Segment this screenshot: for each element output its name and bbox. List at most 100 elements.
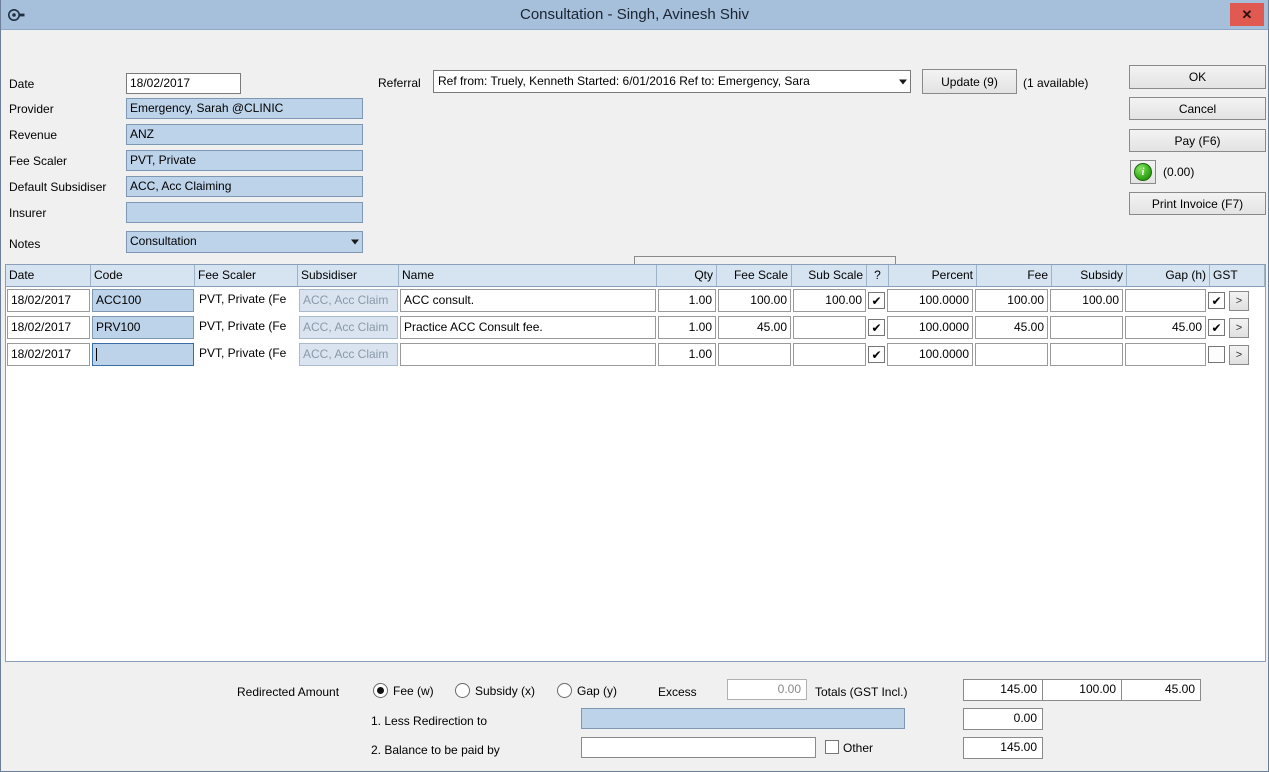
cell-fee[interactable]: 100.00 [975,289,1048,312]
total-gap: 45.00 [1121,679,1201,701]
close-button[interactable]: ✕ [1230,3,1264,26]
cell-question-checkbox[interactable]: ✔ [868,346,885,363]
cell-qty[interactable]: 1.00 [658,289,716,312]
cell-name[interactable] [400,343,656,366]
cell-gap[interactable]: 45.00 [1125,316,1206,339]
cancel-button[interactable]: Cancel [1129,97,1266,120]
cell-subsidy[interactable] [1050,316,1123,339]
grid-col-code[interactable]: Code [91,265,195,286]
table-row[interactable]: 18/02/2017 ACC100 PVT, Private (Fe ACC, Acc… [6,287,1265,314]
cell-subsidy[interactable]: 100.00 [1050,289,1123,312]
footer-panel: Redirected Amount Fee (w) Subsidy (x) Ga… [1,666,1268,771]
title-bar[interactable]: Consultation - Singh, Avinesh Shiv ✕ [1,0,1268,30]
excess-label: Excess [658,685,697,699]
cell-code[interactable]: ACC100 [92,289,194,312]
cell-percent[interactable]: 100.0000 [887,316,973,339]
grid-col-fee[interactable]: Fee [977,265,1052,286]
grid-col-gap[interactable]: Gap (h) [1127,265,1210,286]
grid-col-date[interactable]: Date [6,265,91,286]
cell-fee[interactable]: 45.00 [975,316,1048,339]
grid-col-sub_scale[interactable]: Sub Scale [792,265,867,286]
grid-col-subsidy[interactable]: Subsidy [1052,265,1127,286]
cell-code[interactable] [92,343,194,366]
cell-fee[interactable] [975,343,1048,366]
cell-sub-scale[interactable] [793,343,866,366]
label-provider: Provider [9,102,54,116]
row-expand-button[interactable]: > [1229,290,1249,311]
cell-fee-scale[interactable]: 45.00 [718,316,791,339]
date-field[interactable]: 18/02/2017 [126,73,241,94]
cell-question-checkbox[interactable]: ✔ [868,292,885,309]
revenue-field[interactable]: ANZ [126,124,363,145]
cell-name[interactable]: ACC consult. [400,289,656,312]
label-referral: Referral [378,76,421,90]
label-default-subsidiser: Default Subsidiser [9,180,107,194]
cell-sub-scale[interactable] [793,316,866,339]
table-row[interactable]: 18/02/2017 PRV100 PVT, Private (Fe ACC, Acc… [6,314,1265,341]
grid-col-qty[interactable]: Qty [657,265,717,286]
cell-percent[interactable]: 100.0000 [887,289,973,312]
referral-combo[interactable]: Ref from: Truely, Kenneth Started: 6/01/… [433,70,911,93]
cell-fee-scaler[interactable]: PVT, Private (Fe [196,316,297,339]
cell-gst-checkbox[interactable]: ✔ [1208,319,1225,336]
cell-gap[interactable] [1125,343,1206,366]
grid-col-fee_scaler[interactable]: Fee Scaler [195,265,298,286]
charges-grid: Date Code Fee Scaler Subsidiser Name Qty Fee S… [5,264,1266,662]
cell-subsidiser[interactable]: ACC, Acc Claim [299,343,398,366]
ok-button[interactable]: OK [1129,65,1266,89]
cell-qty[interactable]: 1.00 [658,316,716,339]
total-subsidy: 100.00 [1042,679,1122,701]
cell-date[interactable]: 18/02/2017 [7,289,90,312]
radio-fee[interactable]: Fee (w) [373,683,434,698]
cell-code[interactable]: PRV100 [92,316,194,339]
other-checkbox[interactable] [825,740,839,754]
radio-subsidy[interactable]: Subsidy (x) [455,683,535,698]
fee-scaler-field[interactable]: PVT, Private [126,150,363,171]
grid-col-q[interactable]: ? [867,265,889,286]
cell-percent[interactable]: 100.0000 [887,343,973,366]
grid-col-gst[interactable]: GST [1210,265,1265,286]
grid-col-fee_scale[interactable]: Fee Scale [717,265,792,286]
pay-button[interactable]: Pay (F6) [1129,129,1266,152]
cell-qty[interactable]: 1.00 [658,343,716,366]
grid-col-subsidiser[interactable]: Subsidiser [298,265,399,286]
header-form: Date 18/02/2017 Provider Emergency, Sara… [1,30,1268,285]
balance-paid-by-input[interactable] [581,737,816,758]
row-expand-button[interactable]: > [1229,344,1249,365]
insurer-field[interactable] [126,202,363,223]
window-title: Consultation - Singh, Avinesh Shiv [519,6,750,23]
cell-fee-scaler[interactable]: PVT, Private (Fe [196,343,297,366]
less-redirection-input[interactable] [581,708,905,729]
cell-date[interactable]: 18/02/2017 [7,343,90,366]
cell-name[interactable]: Practice ACC Consult fee. [400,316,656,339]
cell-question-checkbox[interactable]: ✔ [868,319,885,336]
provider-field[interactable]: Emergency, Sarah @CLINIC [126,98,363,119]
grid-col-percent[interactable]: Percent [889,265,977,286]
cell-fee-scale[interactable]: 100.00 [718,289,791,312]
cell-gst-checkbox[interactable]: ✔ [1208,292,1225,309]
cell-subsidiser[interactable]: ACC, Acc Claim [299,289,398,312]
notes-combo[interactable]: Consultation [126,231,363,253]
chevron-down-icon [351,239,359,245]
cell-subsidiser[interactable]: ACC, Acc Claim [299,316,398,339]
radio-gap-icon [557,683,572,698]
row-expand-button[interactable]: > [1229,317,1249,338]
print-invoice-button[interactable]: Print Invoice (F7) [1129,192,1266,215]
cell-gst-checkbox[interactable] [1208,346,1225,363]
cell-fee-scaler[interactable]: PVT, Private (Fe [196,289,297,312]
chevron-down-icon [899,79,907,84]
cell-fee-scale[interactable] [718,343,791,366]
cell-subsidy[interactable] [1050,343,1123,366]
update-button[interactable]: Update (9) [922,69,1017,94]
default-subsidiser-field[interactable]: ACC, Acc Claiming [126,176,363,197]
radio-gap[interactable]: Gap (y) [557,683,617,698]
grid-col-name[interactable]: Name [399,265,657,286]
cell-date[interactable]: 18/02/2017 [7,316,90,339]
label-fee-scaler: Fee Scaler [9,154,68,168]
info-button[interactable]: i [1130,160,1156,184]
cell-sub-scale[interactable]: 100.00 [793,289,866,312]
stethoscope-icon [6,4,28,26]
cell-gap[interactable] [1125,289,1206,312]
table-row[interactable]: 18/02/2017 PVT, Private (Fe ACC, Acc Claim… [6,341,1265,368]
excess-input[interactable]: 0.00 [727,679,807,700]
